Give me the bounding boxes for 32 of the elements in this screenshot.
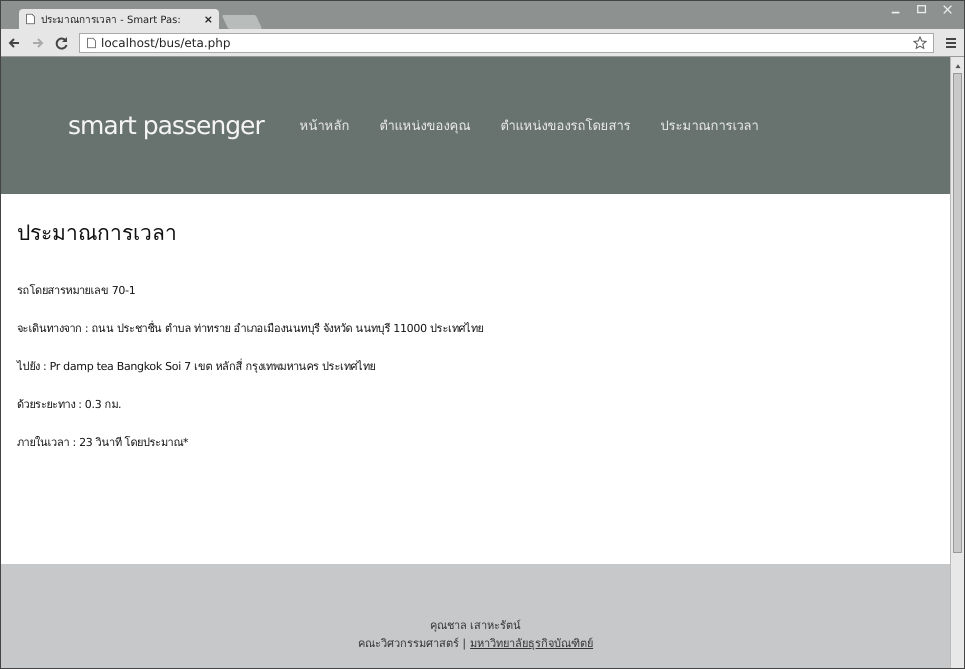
info-line: รถโดยสารหมายเลข 70-1 — [17, 283, 136, 299]
tab-close-button[interactable]: × — [204, 12, 213, 26]
forward-icon[interactable] — [31, 36, 45, 50]
back-icon[interactable] — [7, 36, 21, 50]
info-line: ภายในเวลา : 23 วินาที โดยประมาณ* — [17, 435, 190, 451]
tab-title: ประมาณการเวลา - Smart Pas: — [41, 14, 182, 26]
info-line: ไปยัง : Pr damp tea Bangkok Soi 7 เขต หลักสี่ กรุงเทพมหานคร ประเทศไทย — [17, 358, 376, 375]
menu-icon[interactable] — [944, 36, 958, 50]
close-icon[interactable] — [942, 4, 954, 16]
star-icon[interactable] — [913, 36, 927, 50]
url-text: localhost/bus/eta.php — [101, 36, 232, 50]
university-link[interactable]: มหาวิทยาลัยธุรกิจบัณฑิตย์ — [470, 634, 594, 652]
reload-icon[interactable] — [55, 36, 69, 50]
nav-link[interactable]: ตำแหน่งของรถโดยสาร — [500, 115, 631, 136]
faculty-text: คณะวิศวกรรมศาสตร์ | — [358, 636, 466, 652]
page-icon — [25, 13, 36, 25]
nav-link[interactable]: ประมาณการเวลา — [660, 115, 759, 136]
maximize-icon[interactable] — [916, 4, 928, 16]
nav-link[interactable]: หน้าหลัก — [300, 115, 350, 136]
author-name: คุณชาล เสาหะรัตน์ — [430, 618, 522, 634]
address-bar[interactable]: localhost/bus/eta.php — [79, 32, 934, 52]
brand-logo: smart passenger — [68, 111, 264, 140]
page-heading: ประมาณการเวลา — [17, 220, 178, 247]
new-tab-button[interactable] — [222, 15, 262, 29]
page-icon — [86, 36, 97, 48]
browser-tab[interactable]: ประมาณการเวลา - Smart Pas: × — [19, 9, 219, 29]
info-line: จะเดินทางจาก : ถนน ประชาชื่น ตำบล ท่าทราย อำเภอเมืองนนทบุรี จังหวัด นนทบุรี 11000 ประเทศไทย — [17, 320, 484, 337]
scrollbar[interactable] — [950, 57, 964, 668]
scrollbar-thumb[interactable] — [953, 73, 962, 553]
scroll-up-icon[interactable] — [954, 63, 962, 69]
info-line: ด้วยระยะทาง : 0.3 กม. — [17, 397, 122, 413]
nav-link[interactable]: ตำแหน่งของคุณ — [380, 115, 471, 136]
